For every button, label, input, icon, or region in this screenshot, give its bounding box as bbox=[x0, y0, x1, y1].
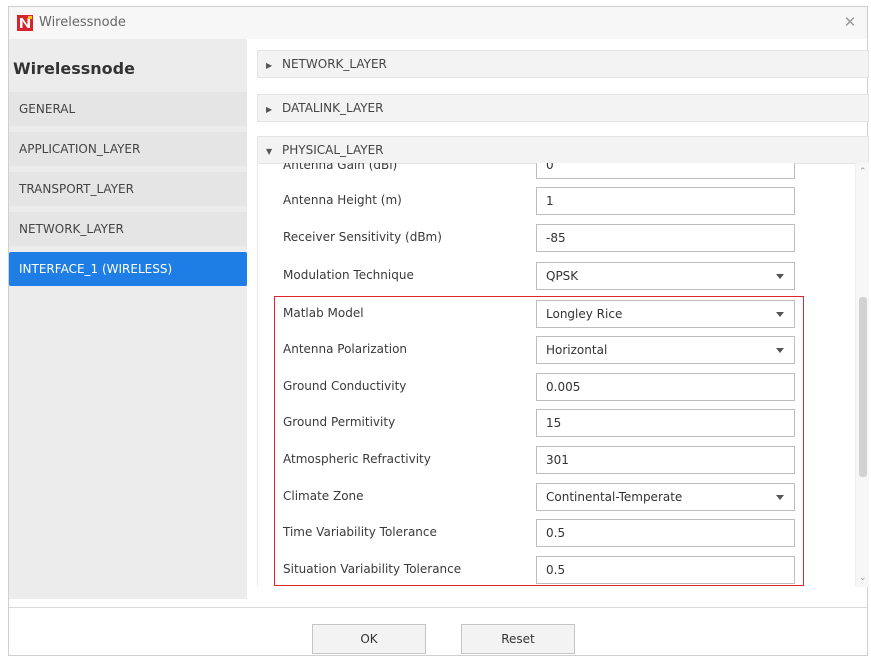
triangle-right-icon: ▶ bbox=[266, 105, 273, 114]
property-label: Atmospheric Refractivity bbox=[283, 452, 431, 466]
property-label: Ground Permitivity bbox=[283, 415, 396, 429]
triangle-right-icon: ▶ bbox=[266, 61, 273, 70]
section-label: PHYSICAL_LAYER bbox=[282, 143, 384, 157]
situation-variability-tolerance-field[interactable]: 0.5 bbox=[536, 556, 795, 584]
scroll-down-icon[interactable]: ⌄ bbox=[859, 573, 867, 583]
property-label: Antenna Height (m) bbox=[283, 193, 402, 207]
chevron-down-icon bbox=[776, 312, 784, 317]
chevron-down-icon bbox=[776, 274, 784, 279]
climate-zone-dropdown[interactable]: Continental-Temperate bbox=[536, 483, 795, 511]
sidebar-item-network-layer[interactable]: NETWORK_LAYER bbox=[9, 212, 247, 246]
sidebar-title: Wirelessnode bbox=[13, 59, 135, 78]
netsim-logo-icon bbox=[17, 15, 33, 31]
property-label: Receiver Sensitivity (dBm) bbox=[283, 230, 442, 244]
property-label: Antenna Polarization bbox=[283, 342, 408, 356]
triangle-down-icon: ▼ bbox=[266, 147, 273, 156]
vertical-scrollbar[interactable]: ⌃ ⌄ bbox=[855, 163, 869, 587]
property-label: Time Variability Tolerance bbox=[283, 525, 437, 539]
sidebar: Wirelessnode GENERAL APPLICATION_LAYER T… bbox=[9, 39, 247, 599]
window-title: Wirelessnode bbox=[39, 15, 126, 30]
modulation-technique-dropdown[interactable]: QPSK bbox=[536, 262, 795, 290]
title-bar: Wirelessnode ✕ bbox=[9, 7, 867, 39]
close-button[interactable]: ✕ bbox=[839, 11, 861, 33]
dropdown-value: Horizontal bbox=[546, 343, 608, 357]
ground-conductivity-field[interactable]: 0.005 bbox=[536, 373, 795, 401]
ok-button[interactable]: OK bbox=[312, 624, 426, 654]
antenna-height-field[interactable]: 1 bbox=[536, 187, 795, 215]
dropdown-value: Continental-Temperate bbox=[546, 490, 683, 504]
dialog-footer: OK Reset bbox=[9, 607, 867, 655]
section-datalink-layer[interactable]: ▶ DATALINK_LAYER bbox=[257, 94, 869, 122]
chevron-down-icon bbox=[776, 495, 784, 500]
dropdown-value: Longley Rice bbox=[546, 307, 623, 321]
section-network-layer[interactable]: ▶ NETWORK_LAYER bbox=[257, 50, 869, 78]
section-label: DATALINK_LAYER bbox=[282, 101, 384, 115]
ground-permitivity-field[interactable]: 15 bbox=[536, 409, 795, 437]
property-label: Ground Conductivity bbox=[283, 379, 407, 393]
atmospheric-refractivity-field[interactable]: 301 bbox=[536, 446, 795, 474]
property-label: Climate Zone bbox=[283, 489, 364, 503]
property-label: Modulation Technique bbox=[283, 268, 414, 282]
scrollbar-thumb[interactable] bbox=[859, 297, 867, 477]
physical-layer-properties: Antenna Gain (dBi) 0 Antenna Height (m) … bbox=[257, 163, 855, 587]
matlab-model-dropdown[interactable]: Longley Rice bbox=[536, 300, 795, 328]
sidebar-item-general[interactable]: GENERAL bbox=[9, 92, 247, 126]
scroll-up-icon[interactable]: ⌃ bbox=[859, 167, 867, 177]
section-physical-layer[interactable]: ▼ PHYSICAL_LAYER bbox=[257, 136, 869, 164]
property-label: Antenna Gain (dBi) bbox=[283, 163, 398, 172]
sidebar-item-application-layer[interactable]: APPLICATION_LAYER bbox=[9, 132, 247, 166]
dialog-window: Wirelessnode ✕ Wirelessnode GENERAL APPL… bbox=[8, 6, 869, 656]
receiver-sensitivity-field[interactable]: -85 bbox=[536, 224, 795, 252]
antenna-polarization-dropdown[interactable]: Horizontal bbox=[536, 336, 795, 364]
close-icon: ✕ bbox=[843, 13, 857, 31]
reset-button[interactable]: Reset bbox=[461, 624, 575, 654]
sidebar-item-interface-1[interactable]: INTERFACE_1 (WIRELESS) bbox=[9, 252, 247, 286]
property-label: Situation Variability Tolerance bbox=[283, 562, 462, 576]
dropdown-value: QPSK bbox=[546, 269, 579, 283]
section-label: NETWORK_LAYER bbox=[282, 57, 387, 71]
antenna-gain-field[interactable]: 0 bbox=[536, 163, 795, 179]
property-label: Matlab Model bbox=[283, 306, 364, 320]
chevron-down-icon bbox=[776, 348, 784, 353]
sidebar-item-transport-layer[interactable]: TRANSPORT_LAYER bbox=[9, 172, 247, 206]
properties-panel: ▶ NETWORK_LAYER ▶ DATALINK_LAYER ▼ PHYSICAL… bbox=[247, 39, 869, 599]
time-variability-tolerance-field[interactable]: 0.5 bbox=[536, 519, 795, 547]
